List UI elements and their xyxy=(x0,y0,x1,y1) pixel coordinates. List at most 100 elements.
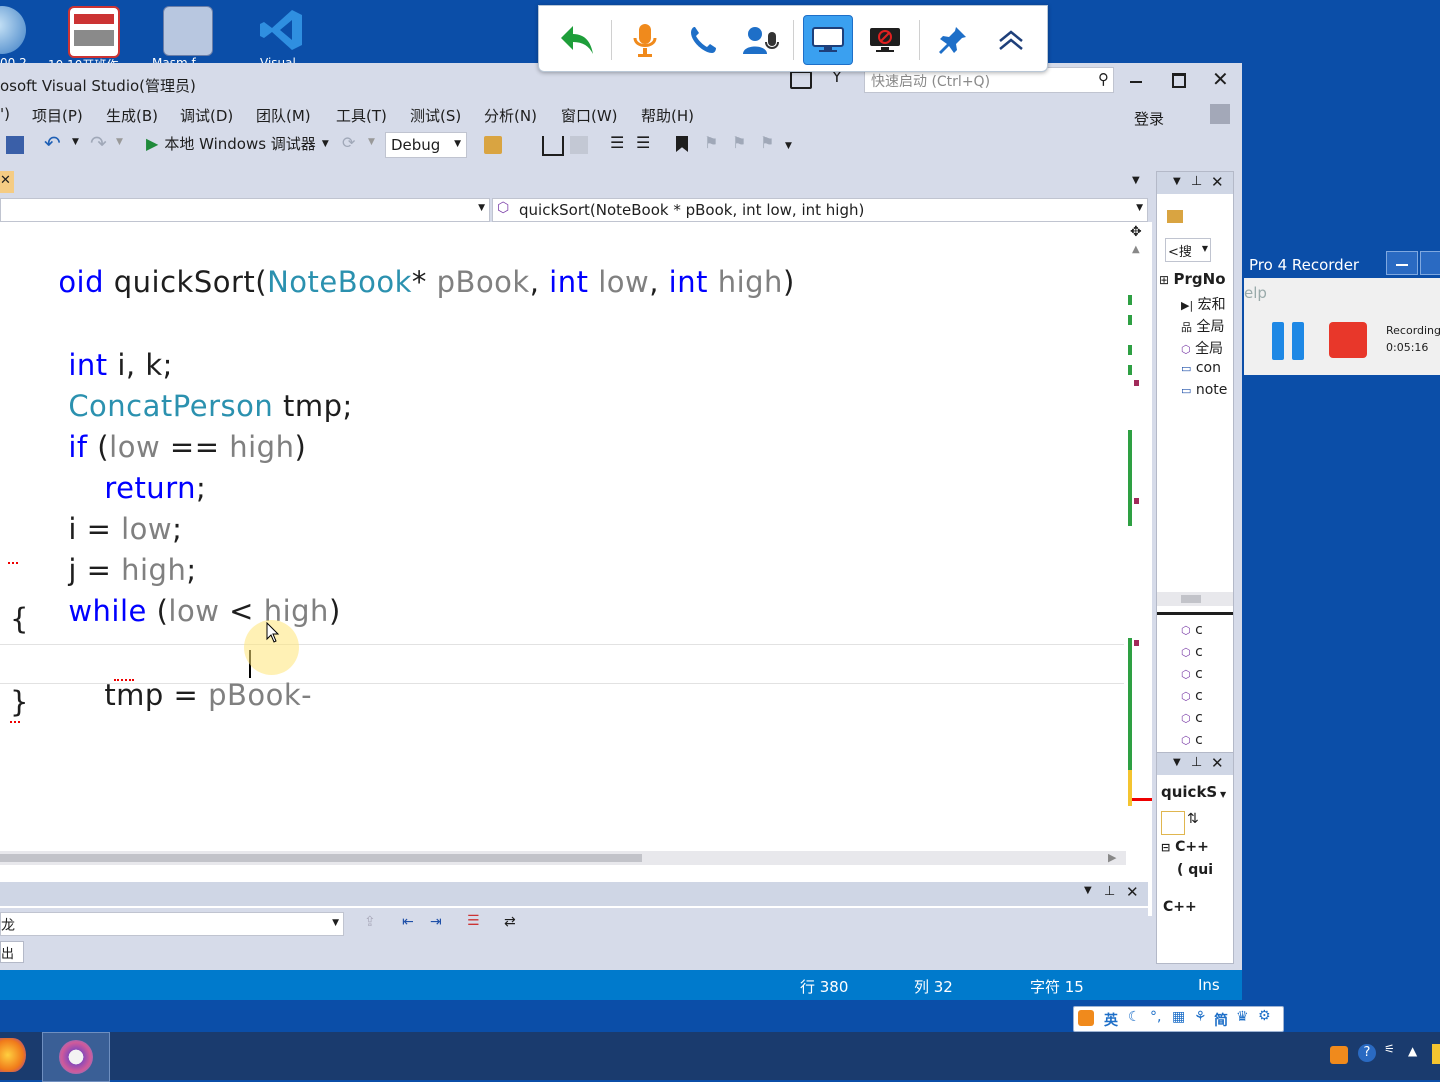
active-tab[interactable]: ✕ xyxy=(0,171,14,193)
settings-icon[interactable]: ⚙ xyxy=(1258,1008,1271,1024)
vertical-scrollbar[interactable]: ✥ ▲ ▼ xyxy=(1126,222,1152,916)
object-select[interactable]: quickS ▼ xyxy=(1161,783,1226,801)
output-tab[interactable]: 出 xyxy=(0,941,24,963)
pin-icon[interactable]: ⊥ xyxy=(1191,174,1202,189)
refresh-icon[interactable]: ⟳ xyxy=(342,133,355,152)
ime-logo-icon[interactable] xyxy=(1078,1010,1094,1026)
member-item[interactable]: ⬡ c xyxy=(1181,644,1203,666)
uncomment-icon[interactable]: ☰ xyxy=(636,133,650,152)
redo-icon[interactable]: ↷ xyxy=(90,131,107,155)
configuration-select[interactable]: Debug ▼ xyxy=(385,132,467,158)
alphabetical-icon[interactable]: ⇅ xyxy=(1187,811,1199,827)
split-icon[interactable]: ✥ xyxy=(1130,224,1142,240)
scroll-thumb[interactable] xyxy=(0,854,642,862)
find-message-icon[interactable]: ⇪ xyxy=(364,914,376,930)
firefox-icon[interactable] xyxy=(0,1038,26,1072)
prev-message-icon[interactable]: ⇤ xyxy=(402,914,414,930)
stop-share-icon[interactable] xyxy=(863,18,907,62)
help-menu[interactable]: elp xyxy=(1244,284,1267,302)
member-item[interactable]: ⬡ c xyxy=(1181,732,1203,754)
punctuation-icon[interactable]: °, xyxy=(1150,1009,1161,1025)
pin-icon[interactable] xyxy=(931,18,975,62)
undo-dropdown-icon[interactable]: ▼ xyxy=(72,137,79,147)
keyboard-icon[interactable]: ▦ xyxy=(1172,1009,1185,1025)
next-bookmark-icon[interactable]: ⚑ xyxy=(732,133,746,152)
property-group[interactable]: ⊟ C++ xyxy=(1161,839,1209,855)
tree-item[interactable]: ▶| 宏和 xyxy=(1181,294,1226,314)
toolbar-overflow-icon[interactable]: ▼ xyxy=(785,141,792,151)
screen-share-icon[interactable] xyxy=(803,15,853,65)
member-item[interactable]: ⬡ c xyxy=(1181,688,1203,710)
tree-item[interactable]: 品 全局 xyxy=(1181,316,1224,336)
stop-record-button[interactable] xyxy=(1329,322,1367,358)
horizontal-scrollbar[interactable]: ▶ xyxy=(0,851,1126,865)
skin-icon[interactable]: ♛ xyxy=(1236,1009,1249,1025)
output-source-select[interactable]: 龙 ▼ xyxy=(0,912,344,936)
clear-bookmarks-icon[interactable]: ⚑ xyxy=(760,133,774,152)
ime-language[interactable]: 英 xyxy=(1104,1010,1118,1030)
close-icon[interactable]: ✕ xyxy=(1211,173,1224,191)
save-all-icon[interactable] xyxy=(6,136,24,154)
desktop-icon-masm[interactable] xyxy=(163,6,213,56)
menu-item-tools[interactable]: 工具(T) xyxy=(336,105,387,126)
code-editor[interactable]: oid quickSort(NoteBook* pBook, int low, … xyxy=(0,222,1126,916)
recorder-menu[interactable]: elp xyxy=(1244,280,1440,302)
voice-user-icon[interactable] xyxy=(739,18,783,62)
minimize-button[interactable] xyxy=(1386,251,1418,275)
chevron-down-icon[interactable]: ▼ xyxy=(1084,885,1092,896)
menu-item-view[interactable]: ') xyxy=(0,105,10,123)
next-message-icon[interactable]: ⇥ xyxy=(430,914,442,930)
taskbar-app-button[interactable] xyxy=(42,1032,110,1082)
tray-edge-icon[interactable] xyxy=(1432,1044,1440,1064)
horizontal-scrollbar[interactable] xyxy=(1157,592,1233,606)
member-dropdown[interactable]: ⬡ quickSort(NoteBook * pBook, int low, i… xyxy=(492,198,1148,222)
word-wrap-icon[interactable]: ⇄ xyxy=(504,914,516,930)
tree-item[interactable]: ⬡ 全局 xyxy=(1181,338,1223,358)
dropdown-icon[interactable]: ▼ xyxy=(1173,176,1181,187)
show-hidden-icons-icon[interactable]: ▲ xyxy=(1408,1044,1417,1058)
pause-button[interactable] xyxy=(1272,322,1306,360)
help-tray-icon[interactable]: ? xyxy=(1358,1044,1376,1062)
refresh-dropdown-icon[interactable]: ▼ xyxy=(368,137,375,147)
outline-icon[interactable] xyxy=(570,136,588,154)
panel-splitter[interactable] xyxy=(1157,612,1233,615)
menu-item-test[interactable]: 测试(S) xyxy=(410,105,461,126)
sign-in-link[interactable]: 登录 xyxy=(1134,108,1164,129)
close-icon[interactable]: ✕ xyxy=(1211,754,1224,772)
tab-overflow-icon[interactable]: ▼ xyxy=(1132,175,1140,186)
moon-icon[interactable]: ☾ xyxy=(1128,1009,1141,1025)
menu-item-analyze[interactable]: 分析(N) xyxy=(484,105,537,126)
menu-item-project[interactable]: 项目(P) xyxy=(32,105,83,126)
close-button[interactable]: ✕ xyxy=(1212,67,1229,91)
class-search-select[interactable]: <搜 ▼ xyxy=(1165,238,1211,262)
close-icon[interactable]: ✕ xyxy=(1126,883,1139,901)
feedback-icon[interactable] xyxy=(790,71,812,89)
new-folder-icon[interactable] xyxy=(1167,210,1183,223)
ime-simplified[interactable]: 简 xyxy=(1214,1010,1228,1030)
tools-icon[interactable]: ⚘ xyxy=(1194,1009,1207,1025)
back-arrow-icon[interactable] xyxy=(555,18,599,62)
menu-item-debug[interactable]: 调试(D) xyxy=(180,105,233,126)
phone-icon[interactable] xyxy=(681,18,725,62)
member-item[interactable]: ⬡ c xyxy=(1181,666,1203,688)
menu-item-window[interactable]: 窗口(W) xyxy=(561,105,618,126)
tree-item[interactable]: ▭ con xyxy=(1181,360,1221,376)
property-row[interactable]: ( qui xyxy=(1177,862,1213,878)
member-item[interactable]: ⬡ c xyxy=(1181,622,1203,644)
prev-bookmark-icon[interactable]: ⚑ xyxy=(704,133,718,152)
categorized-icon[interactable] xyxy=(1161,811,1185,835)
desktop-icon-document[interactable] xyxy=(68,6,120,58)
network-tray-icon[interactable]: ⚟ xyxy=(1384,1042,1395,1056)
member-item[interactable]: ⬡ c xyxy=(1181,710,1203,732)
tree-root[interactable]: ⊞ PrgNo xyxy=(1159,270,1233,288)
menu-item-build[interactable]: 生成(B) xyxy=(106,105,158,126)
undo-icon[interactable]: ↶ xyxy=(44,131,61,155)
minimize-button[interactable] xyxy=(1130,81,1142,83)
tree-item[interactable]: ▭ note xyxy=(1181,382,1227,398)
dropdown-icon[interactable]: ▼ xyxy=(1173,757,1181,768)
ime-tray-icon[interactable] xyxy=(1330,1046,1348,1064)
clear-all-icon[interactable]: ☰ xyxy=(467,913,480,929)
navigate-icon[interactable] xyxy=(542,136,564,156)
pin-icon[interactable]: ⊥ xyxy=(1191,755,1202,770)
scope-dropdown[interactable]: ▼ xyxy=(0,198,490,222)
